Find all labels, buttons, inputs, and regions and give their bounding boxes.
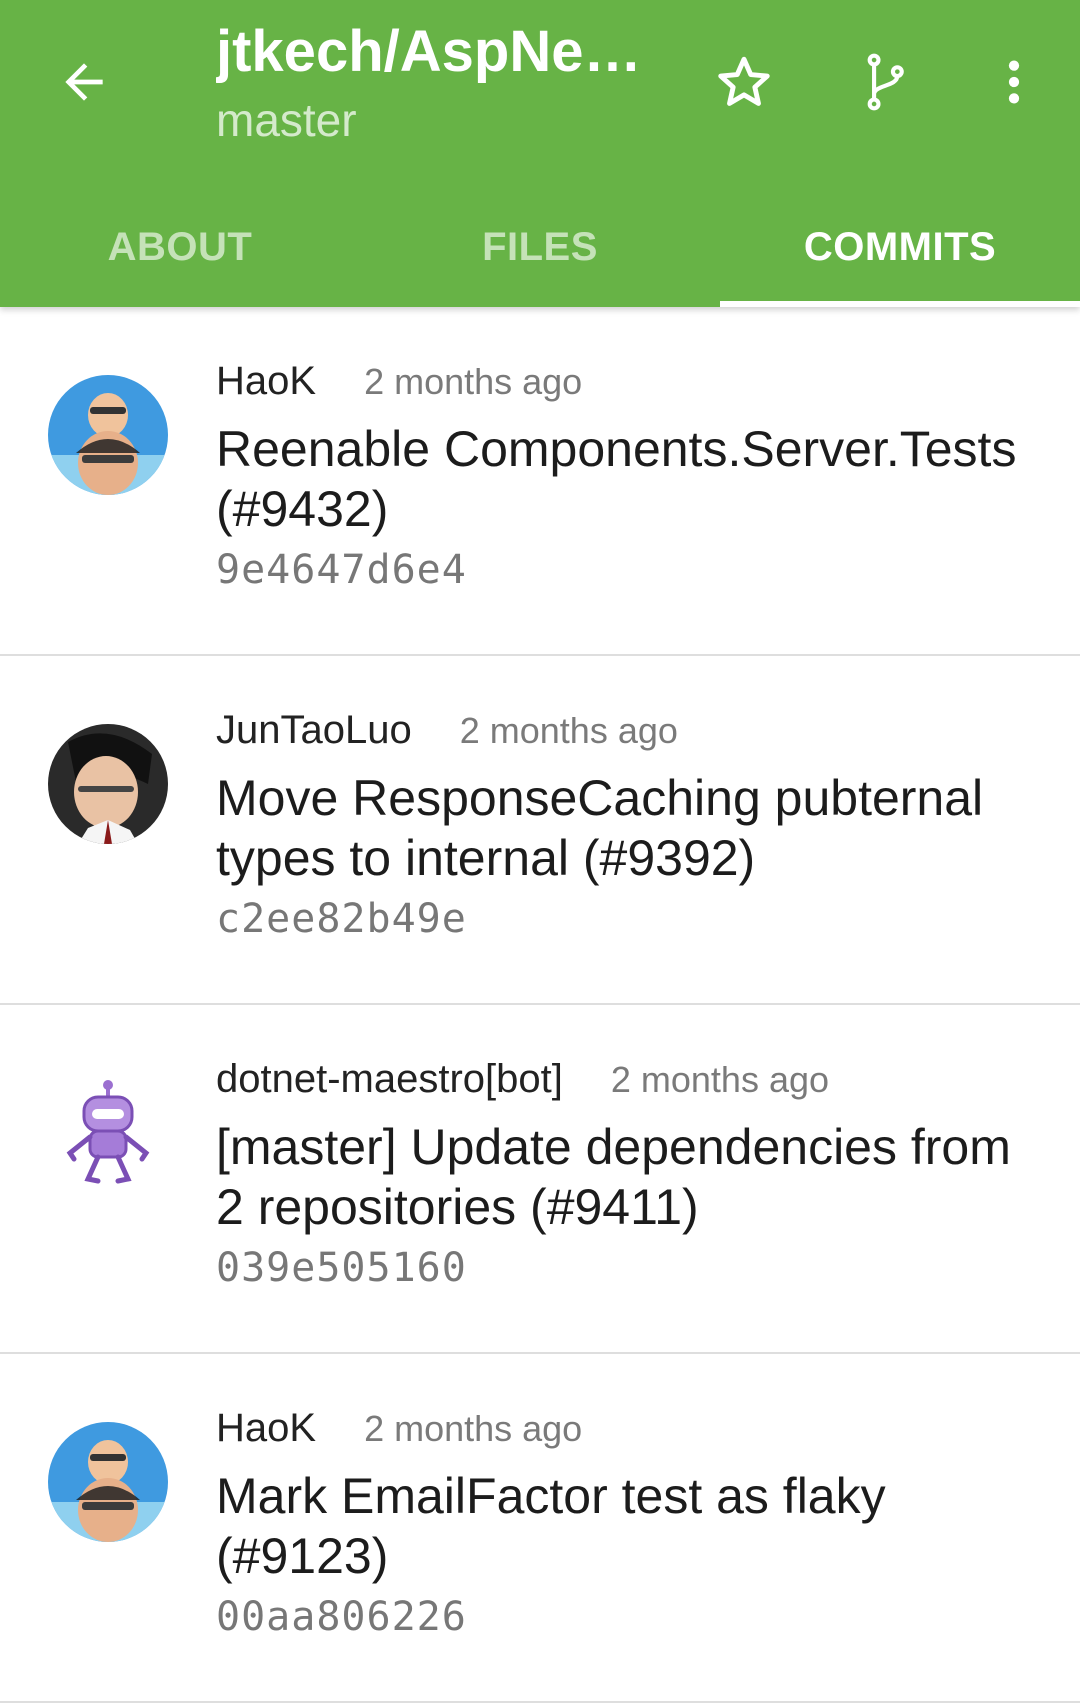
commit-meta: HaoK 2 months ago xyxy=(216,1406,582,1451)
commit-meta: HaoK 2 months ago xyxy=(216,359,582,404)
commit-message: Move ResponseCaching pubternal types to … xyxy=(216,770,984,886)
commit-author: HaoK xyxy=(216,1406,317,1450)
commit-time: 2 months ago xyxy=(610,1059,830,1100)
commit-sha: 00aa806226 xyxy=(216,1594,467,1640)
commit-sha: c2ee82b49e xyxy=(216,896,467,942)
avatar xyxy=(48,375,168,495)
back-button[interactable] xyxy=(40,38,128,126)
avatar xyxy=(48,1073,168,1193)
commit-row[interactable]: HaoK 2 months ago Mark EmailFactor test … xyxy=(0,1354,1080,1703)
star-button[interactable] xyxy=(700,38,788,126)
arrow-left-icon xyxy=(65,63,103,101)
commit-list: HaoK 2 months ago Reenable Components.Se… xyxy=(0,307,1080,1703)
avatar xyxy=(48,724,168,844)
commit-author: JunTaoLuo xyxy=(216,708,412,752)
more-vertical-icon xyxy=(1008,60,1020,104)
tab-about[interactable]: ABOUT xyxy=(0,180,360,307)
commit-meta: JunTaoLuo 2 months ago xyxy=(216,708,678,753)
tab-bar: ABOUT FILES COMMITS xyxy=(0,180,1080,307)
branch-subtitle: master xyxy=(216,94,357,146)
commit-sha: 9e4647d6e4 xyxy=(216,547,467,593)
tab-commits[interactable]: COMMITS xyxy=(720,180,1080,307)
person-avatar-icon xyxy=(48,724,168,844)
branch-icon xyxy=(867,53,904,111)
commit-time: 2 months ago xyxy=(364,1408,583,1449)
commit-row[interactable]: dotnet-maestro[bot] 2 months ago [master… xyxy=(0,1005,1080,1354)
commit-time: 2 months ago xyxy=(459,710,678,751)
commit-author: HaoK xyxy=(216,359,317,403)
commit-message: [master] Update dependencies from 2 repo… xyxy=(216,1119,1039,1235)
person-avatar-icon xyxy=(48,1422,168,1542)
commit-message: Mark EmailFactor test as flaky (#9123) xyxy=(216,1468,886,1584)
overflow-menu-button[interactable] xyxy=(970,38,1058,126)
branch-button[interactable] xyxy=(843,38,931,126)
avatar xyxy=(48,1422,168,1542)
repo-title: jtkech/AspNet… xyxy=(216,19,656,84)
commit-meta: dotnet-maestro[bot] 2 months ago xyxy=(216,1057,829,1102)
commit-message: Reenable Components.Server.Tests (#9432) xyxy=(216,421,1017,537)
commit-row[interactable]: JunTaoLuo 2 months ago Move ResponseCach… xyxy=(0,656,1080,1005)
commit-row[interactable]: HaoK 2 months ago Reenable Components.Se… xyxy=(0,307,1080,656)
star-icon xyxy=(718,56,770,106)
robot-avatar-icon xyxy=(66,1080,150,1184)
commit-author: dotnet-maestro[bot] xyxy=(216,1057,563,1101)
commit-sha: 039e505160 xyxy=(216,1245,467,1291)
app-bar: jtkech/AspNet… master ABOUT FILES COMMIT… xyxy=(0,0,1080,307)
tab-files[interactable]: FILES xyxy=(360,180,720,307)
person-avatar-icon xyxy=(48,375,168,495)
commit-time: 2 months ago xyxy=(364,361,583,402)
